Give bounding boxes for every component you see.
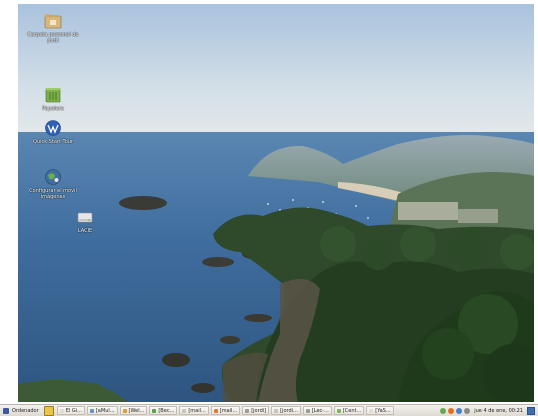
window-icon <box>369 408 374 413</box>
window-icon <box>274 408 279 413</box>
task-button[interactable]: El Gi... <box>56 406 85 415</box>
task-button[interactable]: [jordi] <box>242 406 270 415</box>
system-tray: jue 4 de ene, 00:21 <box>439 406 538 415</box>
task-button[interactable]: [YaS... <box>366 406 394 415</box>
desktop-icon-trash[interactable]: Papelera <box>23 86 83 112</box>
file-manager-launcher-icon[interactable] <box>43 405 54 416</box>
task-button[interactable]: [jordi... <box>271 406 301 415</box>
desktop-icon-label: LACIE <box>77 228 93 234</box>
show-desktop-icon[interactable] <box>527 406 535 415</box>
computer-menu-label: Ordenador <box>12 407 39 414</box>
trash-icon <box>45 88 61 103</box>
desktop-icon-configure-mobile[interactable]: Configurar el móvil imágenes <box>23 168 83 200</box>
window-icon <box>182 408 187 413</box>
computer-icon <box>3 407 9 414</box>
task-list: El Gi... [aMul... [Wel... [Bec... [mail.… <box>56 406 440 415</box>
task-button[interactable]: [Cent... <box>333 406 365 415</box>
window-icon <box>122 408 127 413</box>
desktop-icon-lacie-drive[interactable]: LACIE <box>55 208 115 234</box>
globe-icon <box>45 169 61 185</box>
desktop-wallpaper <box>18 4 534 402</box>
task-button[interactable]: [Lec-... <box>302 406 332 415</box>
network-icon[interactable] <box>440 407 447 414</box>
desktop-icon-personal-folder[interactable]: Carpeta personal de jordi <box>23 12 83 44</box>
desktop-icon-quick-start-tour[interactable]: Quick Start Tour <box>23 119 83 145</box>
volume-icon[interactable] <box>464 407 471 414</box>
window-icon <box>213 408 218 413</box>
window-icon <box>336 408 341 413</box>
window-icon <box>89 408 94 413</box>
window-icon <box>152 408 157 413</box>
task-button[interactable]: [Bec... <box>149 406 178 415</box>
desktop-icon-label: Configurar el móvil imágenes <box>29 188 77 200</box>
desktop-icon-label: Papelera <box>42 106 64 112</box>
clock[interactable]: jue 4 de ene, 00:21 <box>474 408 523 414</box>
taskbar: Ordenador El Gi... [aMul... [Wel... [Bec… <box>0 404 538 416</box>
desktop-screen: Carpeta personal de jordi Papelera Quick… <box>0 0 538 416</box>
folder-icon <box>44 14 62 29</box>
messenger-icon[interactable] <box>456 407 463 414</box>
desktop-icon-label: Quick Start Tour <box>32 139 74 145</box>
task-button[interactable]: [mail... <box>210 406 241 415</box>
quick-start-icon <box>45 120 61 136</box>
task-button[interactable]: [aMul... <box>86 406 118 415</box>
drive-icon <box>77 212 93 223</box>
window-icon <box>305 408 310 413</box>
window-icon <box>245 408 250 413</box>
desktop-icon-label: Carpeta personal de jordi <box>27 32 79 44</box>
task-button[interactable]: [Wel... <box>119 406 148 415</box>
firefox-icon[interactable] <box>448 407 455 414</box>
computer-menu-button[interactable]: Ordenador <box>0 406 42 416</box>
window-icon <box>59 408 64 413</box>
task-button[interactable]: [mail... <box>179 406 209 415</box>
